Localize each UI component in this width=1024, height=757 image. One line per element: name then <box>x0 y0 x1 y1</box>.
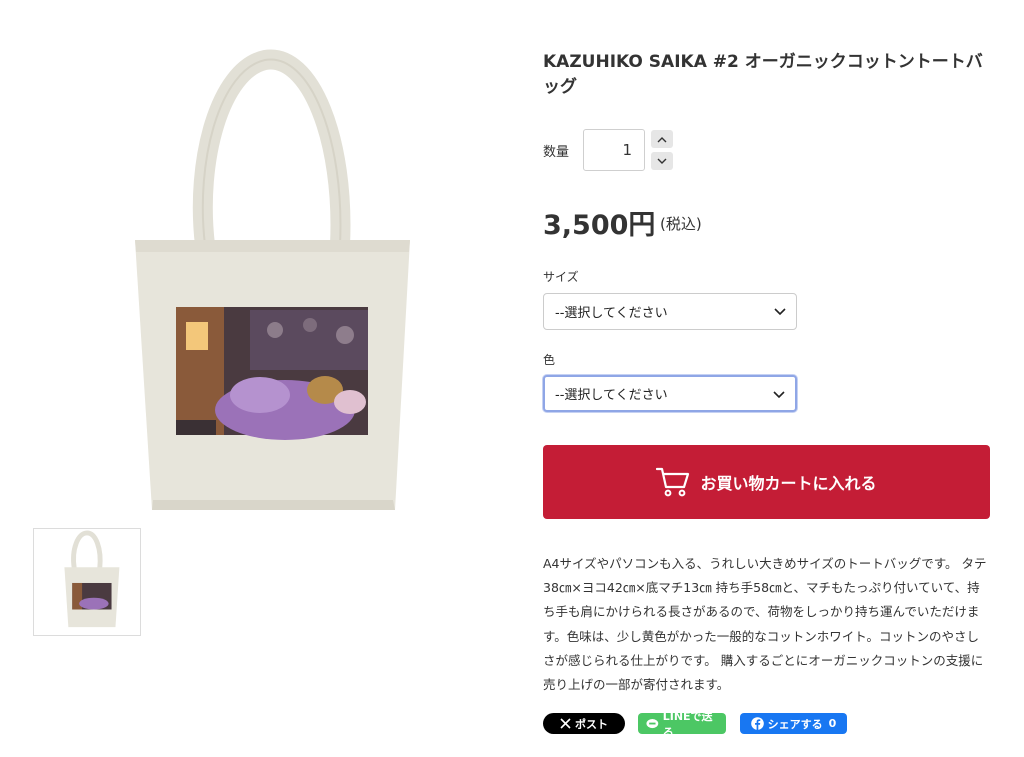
quantity-label: 数量 <box>543 145 570 160</box>
product-description: A4サイズやパソコンも入る、うれしい大きめサイズのトートバッグです。 タテ38㎝… <box>543 556 987 693</box>
facebook-logo-icon <box>750 717 764 730</box>
quantity-input[interactable]: 1 <box>583 129 645 171</box>
x-post-button[interactable]: ポスト <box>543 713 625 734</box>
line-share-button[interactable]: LINEで送る <box>638 710 726 739</box>
product-title: KAZUHIKO SAIKA #2 オーガニックコットントートバッグ <box>543 52 983 97</box>
quantity-increase-button[interactable] <box>651 130 673 148</box>
color-select[interactable]: --選択してください <box>543 375 797 412</box>
line-logo-icon <box>646 718 659 728</box>
chevron-down-icon <box>774 308 786 316</box>
chevron-up-icon <box>657 136 667 142</box>
size-label: サイズ <box>543 270 579 284</box>
facebook-share-button[interactable]: シェアする 0 <box>740 713 847 734</box>
x-post-label: ポスト <box>575 717 608 731</box>
cart-icon <box>656 467 690 497</box>
chevron-down-icon <box>657 158 667 164</box>
add-to-cart-button[interactable]: お買い物カートに入れる <box>543 445 990 519</box>
product-thumbnail[interactable] <box>33 528 141 636</box>
line-share-label: LINEで送る <box>662 709 713 739</box>
facebook-share-label: シェアする <box>767 717 823 731</box>
add-to-cart-label: お買い物カートに入れる <box>700 474 877 493</box>
tote-bag-thumbnail-image <box>64 530 120 628</box>
size-select-value: --選択してください <box>555 306 668 321</box>
product-main-image[interactable] <box>100 40 460 510</box>
product-price: 3,500円 <box>543 210 656 241</box>
tax-note: (税込) <box>660 215 702 233</box>
quantity-decrease-button[interactable] <box>651 152 673 170</box>
tote-bag-image <box>135 49 410 510</box>
color-select-value: --選択してください <box>555 388 668 403</box>
size-select[interactable]: --選択してください <box>543 293 797 330</box>
chevron-down-icon <box>773 391 785 399</box>
x-logo-icon <box>560 718 571 729</box>
color-label: 色 <box>543 353 556 367</box>
facebook-share-count: 0 <box>828 717 837 730</box>
